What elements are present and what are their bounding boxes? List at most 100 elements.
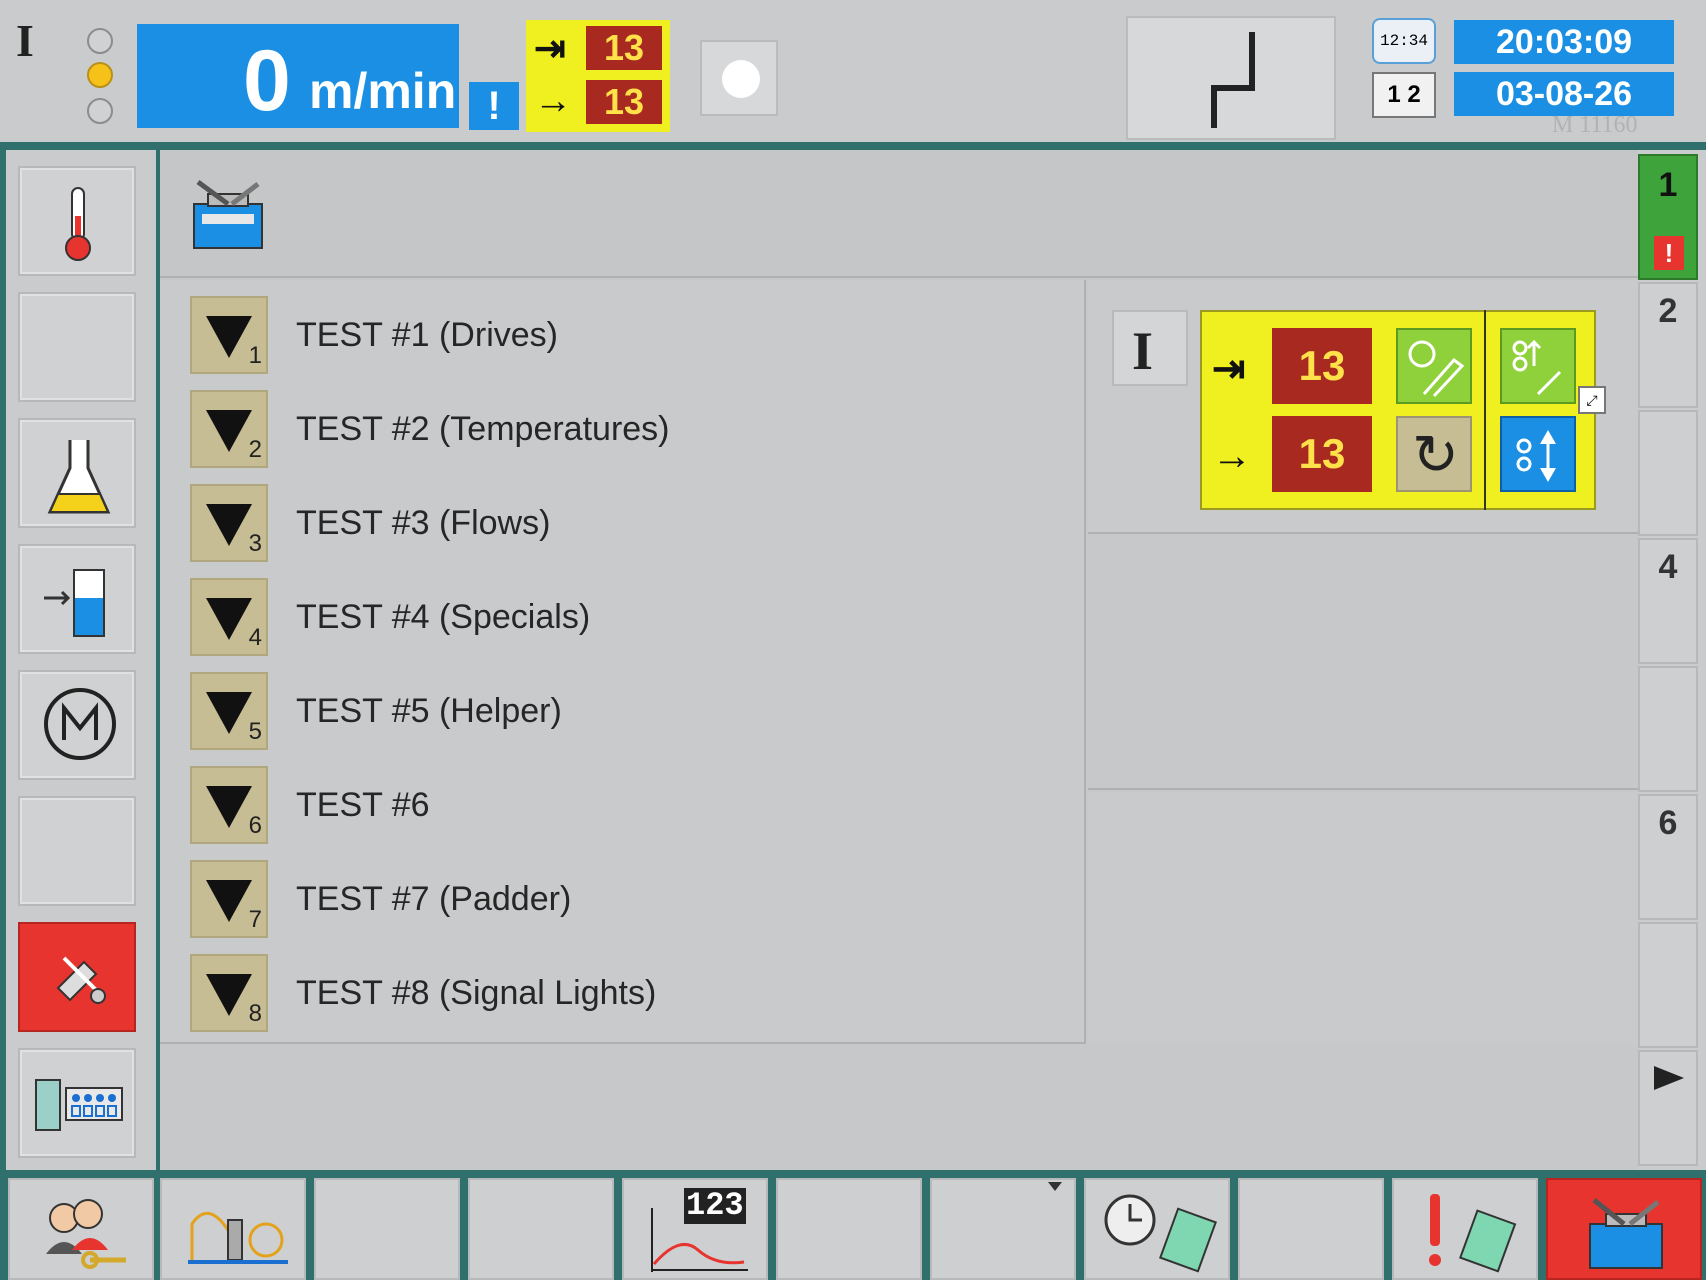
empty-panel-area-2 <box>1088 792 1638 1044</box>
refresh-icon: ↻ <box>1412 423 1459 486</box>
lamp-top-off <box>87 28 113 54</box>
test-row-8[interactable]: 8 TEST #8 (Signal Lights) <box>160 950 1060 1034</box>
test-row-3[interactable]: 3 TEST #3 (Flows) <box>160 480 1060 564</box>
nav-chemistry-button[interactable] <box>18 418 136 528</box>
arrow-right-icon <box>1654 1066 1684 1090</box>
input-arrow-icon: ⇥ <box>1212 347 1246 391</box>
page-tab-1-active[interactable]: 1 ! <box>1638 154 1698 280</box>
speed-value: 0 <box>243 33 291 129</box>
test-number: 7 <box>248 906 262 933</box>
test-label: TEST #5 (Helper) <box>296 692 562 730</box>
test-7-run-button[interactable]: 7 <box>190 860 268 938</box>
test-row-1[interactable]: 1 TEST #1 (Drives) <box>160 292 1060 376</box>
panel-counter-in[interactable]: 13 <box>1272 328 1372 404</box>
production-line-button[interactable] <box>160 1178 306 1280</box>
tab-label: 6 <box>1658 804 1678 842</box>
nav-empty-button-2[interactable] <box>18 796 136 906</box>
nav-test-tools-button-active[interactable] <box>18 922 136 1032</box>
user-login-button[interactable] <box>8 1178 154 1280</box>
record-button[interactable] <box>700 40 778 116</box>
nav-motor-button[interactable] <box>18 670 136 780</box>
nav-temperature-button[interactable] <box>18 166 136 276</box>
counter-out-value: 13 <box>586 80 662 124</box>
speed-manual-button[interactable] <box>1500 328 1576 404</box>
thermometer-icon <box>65 187 91 261</box>
page-tab-7[interactable] <box>1638 922 1698 1048</box>
test-8-run-button[interactable]: 8 <box>190 954 268 1032</box>
nav-empty-button-1[interactable] <box>18 292 136 402</box>
page-tab-2[interactable]: 2 <box>1638 282 1698 408</box>
test-2-run-button[interactable]: 2 <box>190 390 268 468</box>
tab-label: 2 <box>1658 292 1678 330</box>
input-arrow-icon: ⇥ <box>534 28 566 70</box>
bottom-empty-button-1[interactable] <box>314 1178 460 1280</box>
alert-icon: ! <box>1654 236 1684 270</box>
record-dot-icon <box>722 60 760 98</box>
counter-trend-button[interactable]: 123 <box>622 1178 768 1280</box>
motor-manual-button[interactable] <box>1396 328 1472 404</box>
bottom-empty-button-5[interactable] <box>1238 1178 1384 1280</box>
test-row-2[interactable]: 2 TEST #2 (Temperatures) <box>160 386 1060 470</box>
empty-panel-area-1 <box>1088 536 1638 790</box>
bottom-empty-button-3[interactable] <box>776 1178 922 1280</box>
test-tools-button-active[interactable] <box>1546 1178 1702 1280</box>
lamp-bottom-off <box>87 98 113 124</box>
test-number: 2 <box>248 436 262 463</box>
play-down-icon <box>206 786 252 828</box>
page-tab-3[interactable] <box>1638 410 1698 536</box>
test-3-run-button[interactable]: 3 <box>190 484 268 562</box>
step-signal-button[interactable] <box>1126 16 1336 140</box>
nav-fill-level-button[interactable] <box>18 544 136 654</box>
test-row-5[interactable]: 5 TEST #5 (Helper) <box>160 668 1060 752</box>
panel-counter-out[interactable]: 13 <box>1272 416 1372 492</box>
page-tab-4[interactable]: 4 <box>1638 538 1698 664</box>
motor-icon <box>44 688 116 760</box>
output-arrow-icon: → <box>1212 434 1252 478</box>
event-log-button[interactable] <box>1084 1178 1230 1280</box>
clock-notes-icon <box>1104 1194 1217 1273</box>
trend-chart-icon <box>651 1208 748 1272</box>
toolbox-icon <box>193 179 263 249</box>
test-row-6[interactable]: 6 TEST #6 <box>160 762 1060 846</box>
test-label: TEST #2 (Temperatures) <box>296 410 670 448</box>
screen-header <box>160 150 1638 278</box>
test-1-run-button[interactable]: 1 <box>190 296 268 374</box>
panel-mode-button[interactable]: I <box>1112 310 1188 386</box>
mode-indicator: I <box>16 15 34 66</box>
test-row-7[interactable]: 7 TEST #7 (Padder) <box>160 856 1060 940</box>
test-5-run-button[interactable]: 5 <box>190 672 268 750</box>
dropdown-marker-icon <box>1048 1182 1062 1191</box>
test-4-run-button[interactable]: 4 <box>190 578 268 656</box>
counter-in-value: 13 <box>586 26 662 70</box>
clock-icon[interactable]: 12:34 <box>1372 18 1436 64</box>
play-down-icon <box>206 692 252 734</box>
test-row-4[interactable]: 4 TEST #4 (Specials) <box>160 574 1060 658</box>
test-number: 6 <box>248 812 262 839</box>
speed-warning-button[interactable]: ! <box>469 82 519 130</box>
alarm-log-button[interactable] <box>1392 1178 1538 1280</box>
bottom-empty-button-4[interactable] <box>930 1178 1076 1280</box>
page-tab-5[interactable] <box>1638 666 1698 792</box>
panel-mode-label: I <box>1132 321 1154 381</box>
play-down-icon <box>206 504 252 546</box>
tab-label: 4 <box>1658 548 1678 586</box>
batch-control-panel: ⇥ 13 → 13 ↻ ⤢ <box>1200 310 1606 510</box>
adjust-up-down-button[interactable] <box>1500 416 1576 492</box>
calendar-icon[interactable]: 1 2 <box>1372 72 1436 118</box>
nav-machine-overview-button[interactable] <box>18 1048 136 1158</box>
page-tab-6[interactable]: 6 <box>1638 794 1698 920</box>
step-signal-icon <box>1211 32 1255 128</box>
machine-id-watermark: M 11160 <box>1552 112 1638 138</box>
reset-button[interactable]: ↻ <box>1396 416 1472 492</box>
play-down-icon <box>206 316 252 358</box>
next-page-button[interactable] <box>1638 1050 1698 1166</box>
date-display: 03-08-26 <box>1454 72 1674 116</box>
batch-counter-display[interactable]: ⇥ 13 → 13 <box>526 20 670 132</box>
bottom-empty-button-2[interactable] <box>468 1178 614 1280</box>
flask-icon <box>47 440 111 514</box>
up-down-arrows-icon <box>1516 430 1556 482</box>
test-6-run-button[interactable]: 6 <box>190 766 268 844</box>
play-down-icon <box>206 880 252 922</box>
expand-icon[interactable]: ⤢ <box>1578 386 1606 414</box>
test-label: TEST #3 (Flows) <box>296 504 551 542</box>
